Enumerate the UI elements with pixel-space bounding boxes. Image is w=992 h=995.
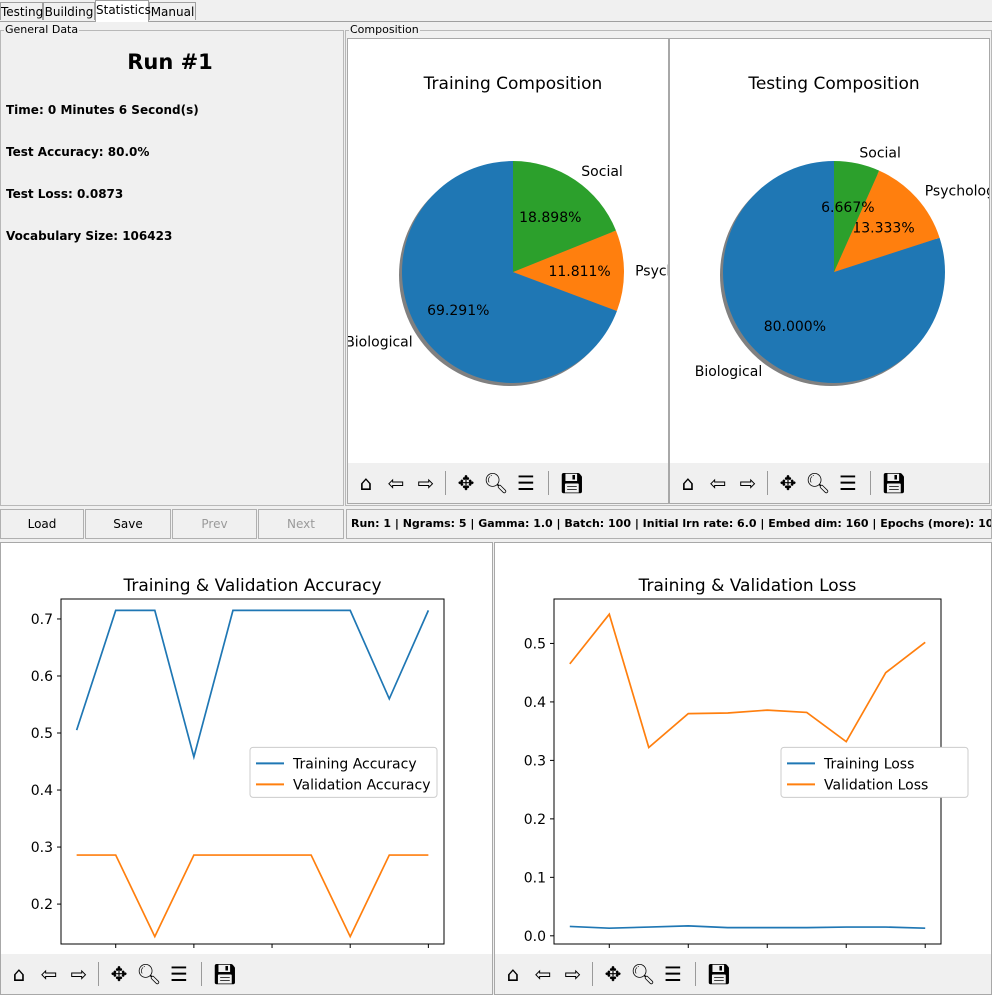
testing-composition-figure: Testing Composition 80.000% Biological 13.3… xyxy=(669,38,990,504)
accuracy-chart: Training & Validation Accuracy 0.2 0.3 0.4 0… xyxy=(31,576,445,948)
tab-manual[interactable]: Manual xyxy=(149,2,196,20)
pan-icon[interactable]: ✥ xyxy=(599,960,627,988)
y-tick-label: 0.3 xyxy=(31,840,53,856)
pan-icon[interactable]: ✥ xyxy=(105,960,133,988)
toolbar-separator xyxy=(695,962,696,986)
legend-label: Training Accuracy xyxy=(292,756,417,772)
run-info-bar: Run: 1 | Ngrams: 5 | Gamma: 1.0 | Batch:… xyxy=(346,509,992,539)
y-tick-label: 0.7 xyxy=(31,612,53,628)
pie-pct-label: 11.811% xyxy=(548,264,610,280)
y-tick-label: 0.6 xyxy=(31,669,53,685)
zoom-icon[interactable]: 🔍︎ xyxy=(482,469,510,497)
y-tick-label: 0.4 xyxy=(31,783,53,799)
tab-testing[interactable]: Testing xyxy=(0,2,43,20)
pie-category-label: Social xyxy=(581,164,623,180)
chart-title: Testing Composition xyxy=(747,74,919,94)
save-button[interactable]: Save xyxy=(85,509,171,539)
y-tick-label: 0.2 xyxy=(31,897,53,913)
chart-title: Training & Validation Loss xyxy=(638,576,857,596)
accuracy-figure: Training & Validation Accuracy 0.2 0.3 0.4 0… xyxy=(0,542,493,995)
composition-title: Composition xyxy=(349,23,420,37)
forward-icon[interactable]: ⇨ xyxy=(412,469,440,497)
y-tick-label: 0.4 xyxy=(524,695,546,711)
tab-statistics[interactable]: Statistics xyxy=(95,0,151,22)
save-icon[interactable]: 💾︎ xyxy=(880,469,908,497)
home-icon[interactable]: ⌂ xyxy=(674,469,702,497)
back-icon[interactable]: ⇦ xyxy=(35,960,63,988)
toolbar-separator xyxy=(445,471,446,495)
pie-category-label: Biological xyxy=(348,335,413,351)
pie-pct-label: 6.667% xyxy=(821,200,874,216)
toolbar-separator xyxy=(201,962,202,986)
loss-chart: Training & Validation Loss 0.0 0.1 0.2 0.3 0.… xyxy=(524,576,969,948)
y-tick-label: 0.5 xyxy=(31,726,53,742)
home-icon[interactable]: ⌂ xyxy=(352,469,380,497)
y-tick-label: 0.0 xyxy=(524,929,546,945)
zoom-icon[interactable]: 🔍︎ xyxy=(135,960,163,988)
y-tick-label: 0.3 xyxy=(524,753,546,769)
vocabulary-size-label: Vocabulary Size: 106423 xyxy=(6,229,173,243)
figure-toolbar: ⌂ ⇦ ⇨ ✥ 🔍︎ ☰ 💾︎ xyxy=(670,463,989,503)
configure-icon[interactable]: ☰ xyxy=(512,469,540,497)
pie-pct-label: 18.898% xyxy=(519,210,581,226)
back-icon[interactable]: ⇦ xyxy=(529,960,557,988)
test-loss-label: Test Loss: 0.0873 xyxy=(6,187,124,201)
pie-category-label: Social xyxy=(859,146,901,162)
y-tick-label: 0.5 xyxy=(524,636,546,652)
toolbar-separator xyxy=(870,471,871,495)
configure-icon[interactable]: ☰ xyxy=(659,960,687,988)
toolbar-separator xyxy=(767,471,768,495)
figure-toolbar: ⌂ ⇦ ⇨ ✥ 🔍︎ ☰ 💾︎ xyxy=(1,954,492,994)
legend-label: Validation Loss xyxy=(824,777,928,793)
training-composition-chart: Training Composition 69.291% Biological 11.… xyxy=(348,74,668,386)
configure-icon[interactable]: ☰ xyxy=(834,469,862,497)
figure-toolbar: ⌂ ⇦ ⇨ ✥ 🔍︎ ☰ 💾︎ xyxy=(348,463,668,503)
forward-icon[interactable]: ⇨ xyxy=(65,960,93,988)
y-tick-label: 0.2 xyxy=(524,812,546,828)
pie-category-label: Psychological xyxy=(635,263,668,279)
configure-icon[interactable]: ☰ xyxy=(165,960,193,988)
next-button[interactable]: Next xyxy=(258,509,344,539)
legend-label: Validation Accuracy xyxy=(293,777,431,793)
legend-label: Training Loss xyxy=(823,756,914,772)
load-button[interactable]: Load xyxy=(0,509,84,539)
back-icon[interactable]: ⇦ xyxy=(704,469,732,497)
prev-button[interactable]: Prev xyxy=(172,509,257,539)
tab-bar: Testing Building Statistics Manual xyxy=(0,0,992,22)
forward-icon[interactable]: ⇨ xyxy=(559,960,587,988)
run-title: Run #1 xyxy=(127,50,213,74)
test-accuracy-label: Test Accuracy: 80.0% xyxy=(6,145,150,159)
time-label: Time: 0 Minutes 6 Second(s) xyxy=(6,103,199,117)
testing-composition-chart: Testing Composition 80.000% Biological 13.3… xyxy=(695,74,989,386)
chart-title: Training Composition xyxy=(423,74,603,94)
pan-icon[interactable]: ✥ xyxy=(774,469,802,497)
y-tick-label: 0.1 xyxy=(524,870,546,886)
pie-category-label: Biological xyxy=(695,364,762,380)
general-data-title: General Data xyxy=(4,23,80,37)
chart-title: Training & Validation Accuracy xyxy=(122,576,381,596)
save-icon[interactable]: 💾︎ xyxy=(705,960,733,988)
pie-pct-label: 13.333% xyxy=(852,220,914,236)
toolbar-separator xyxy=(98,962,99,986)
pie-pct-label: 80.000% xyxy=(764,319,826,335)
back-icon[interactable]: ⇦ xyxy=(382,469,410,497)
home-icon[interactable]: ⌂ xyxy=(499,960,527,988)
toolbar-separator xyxy=(592,962,593,986)
home-icon[interactable]: ⌂ xyxy=(5,960,33,988)
toolbar-separator xyxy=(548,471,549,495)
forward-icon[interactable]: ⇨ xyxy=(734,469,762,497)
pan-icon[interactable]: ✥ xyxy=(452,469,480,497)
save-icon[interactable]: 💾︎ xyxy=(558,469,586,497)
loss-figure: Training & Validation Loss 0.0 0.1 0.2 0.3 0.… xyxy=(494,542,992,995)
pie-category-label: Psychological xyxy=(925,183,989,199)
zoom-icon[interactable]: 🔍︎ xyxy=(629,960,657,988)
pie-pct-label: 69.291% xyxy=(427,303,489,319)
training-composition-figure: Training Composition 69.291% Biological 11.… xyxy=(347,38,669,504)
save-icon[interactable]: 💾︎ xyxy=(211,960,239,988)
general-data-group: General Data xyxy=(0,23,344,506)
zoom-icon[interactable]: 🔍︎ xyxy=(804,469,832,497)
tab-building[interactable]: Building xyxy=(43,2,95,20)
figure-toolbar: ⌂ ⇦ ⇨ ✥ 🔍︎ ☰ 💾︎ xyxy=(495,954,991,994)
